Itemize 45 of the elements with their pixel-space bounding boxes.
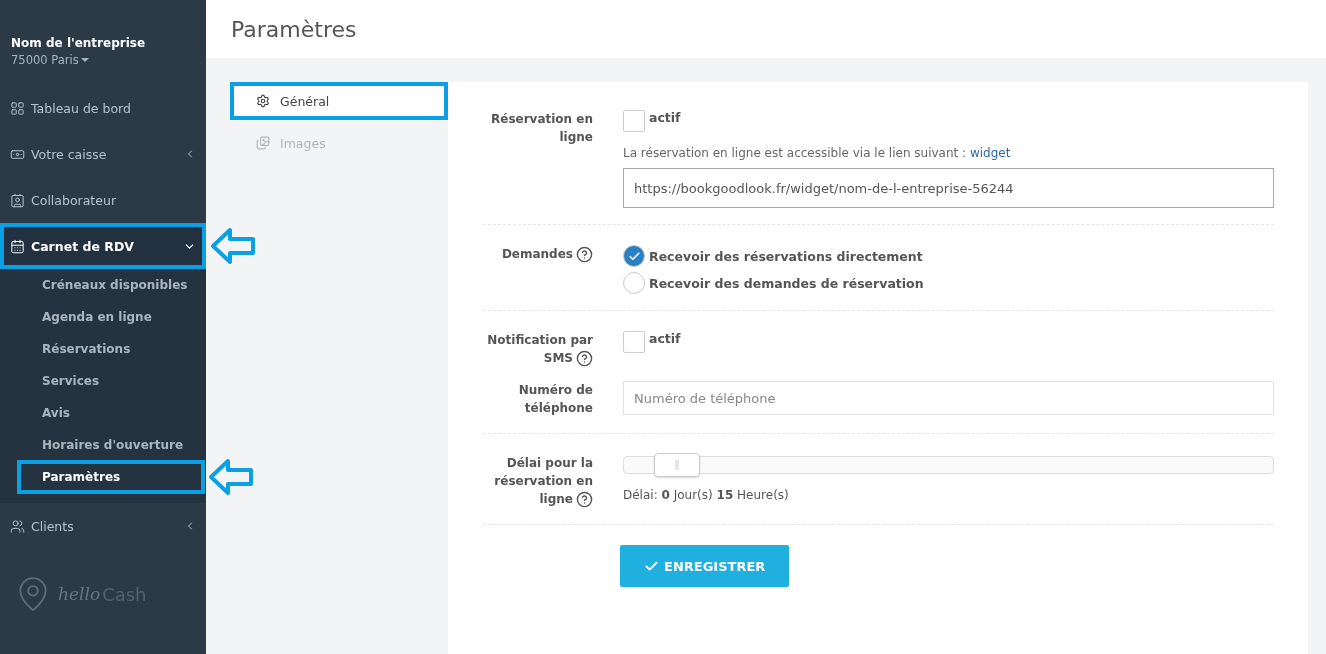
radio-label: Recevoir des demandes de réservation <box>649 275 924 291</box>
menu-icon <box>10 238 25 254</box>
page-title: Paramètres <box>231 16 357 42</box>
menu-icon <box>10 192 25 208</box>
help-icon[interactable] <box>576 491 593 508</box>
menu-icon <box>10 100 25 116</box>
submenu-item[interactable]: Avis <box>18 397 204 429</box>
field-label: Notification par SMS <box>486 332 593 367</box>
phone-field[interactable]: Numéro de téléphone <box>623 381 1274 415</box>
company-name: Nom de l'entreprise <box>11 36 147 50</box>
sidebar-item[interactable]: Collaborateur <box>0 177 206 223</box>
delay-reading: Délai: 0 Jour(s) 15 Heure(s) <box>623 488 790 502</box>
url-field[interactable]: https://bookgoodlook.fr/widget/nom-de-l-entreprise-56244 <box>623 168 1274 208</box>
menu-icon <box>10 518 25 534</box>
checkbox-label: actif <box>649 110 681 125</box>
radio-label: Recevoir des réservations directement <box>649 248 923 264</box>
checkbox[interactable] <box>623 110 645 132</box>
field-label: Réservation en ligne <box>490 111 593 146</box>
logo-text: hello <box>58 584 101 604</box>
submenu-item[interactable]: Réservations <box>18 333 204 365</box>
submenu-item[interactable]: Services <box>18 365 204 397</box>
radio-button[interactable] <box>623 245 645 267</box>
images-icon <box>256 136 270 150</box>
widget-note: La réservation en ligne est accessible via le lien suivant : widget <box>623 146 1012 160</box>
widget-link[interactable]: widget <box>969 146 1011 160</box>
sidebar-item[interactable]: Clients <box>0 503 206 549</box>
location-dropdown[interactable]: 75000 Paris <box>11 53 195 67</box>
radio-button[interactable] <box>623 272 645 294</box>
help-icon[interactable] <box>576 350 593 367</box>
sidebar-item[interactable]: Votre caisse <box>0 131 206 177</box>
help-icon[interactable] <box>576 246 593 263</box>
sidebar-item[interactable]: Tableau de bord <box>0 85 206 131</box>
settings-icon <box>256 94 270 108</box>
field-label: Délai pour la réservation en ligne <box>493 455 593 508</box>
slider-thumb[interactable] <box>654 453 701 477</box>
field-label: Demandes <box>483 245 593 294</box>
submenu-item[interactable]: Paramètres <box>18 461 204 493</box>
submenu-item[interactable]: Agenda en ligne <box>18 301 204 333</box>
check-icon <box>627 249 641 263</box>
tab[interactable]: Général <box>230 82 448 120</box>
submenu-item[interactable]: Horaires d'ouverture <box>18 429 204 461</box>
checkbox-label: actif <box>649 331 681 346</box>
field-label: Numéro de téléphone <box>517 382 593 417</box>
checkbox[interactable] <box>623 331 645 353</box>
submenu-item[interactable]: Créneaux disponibles <box>18 269 204 301</box>
